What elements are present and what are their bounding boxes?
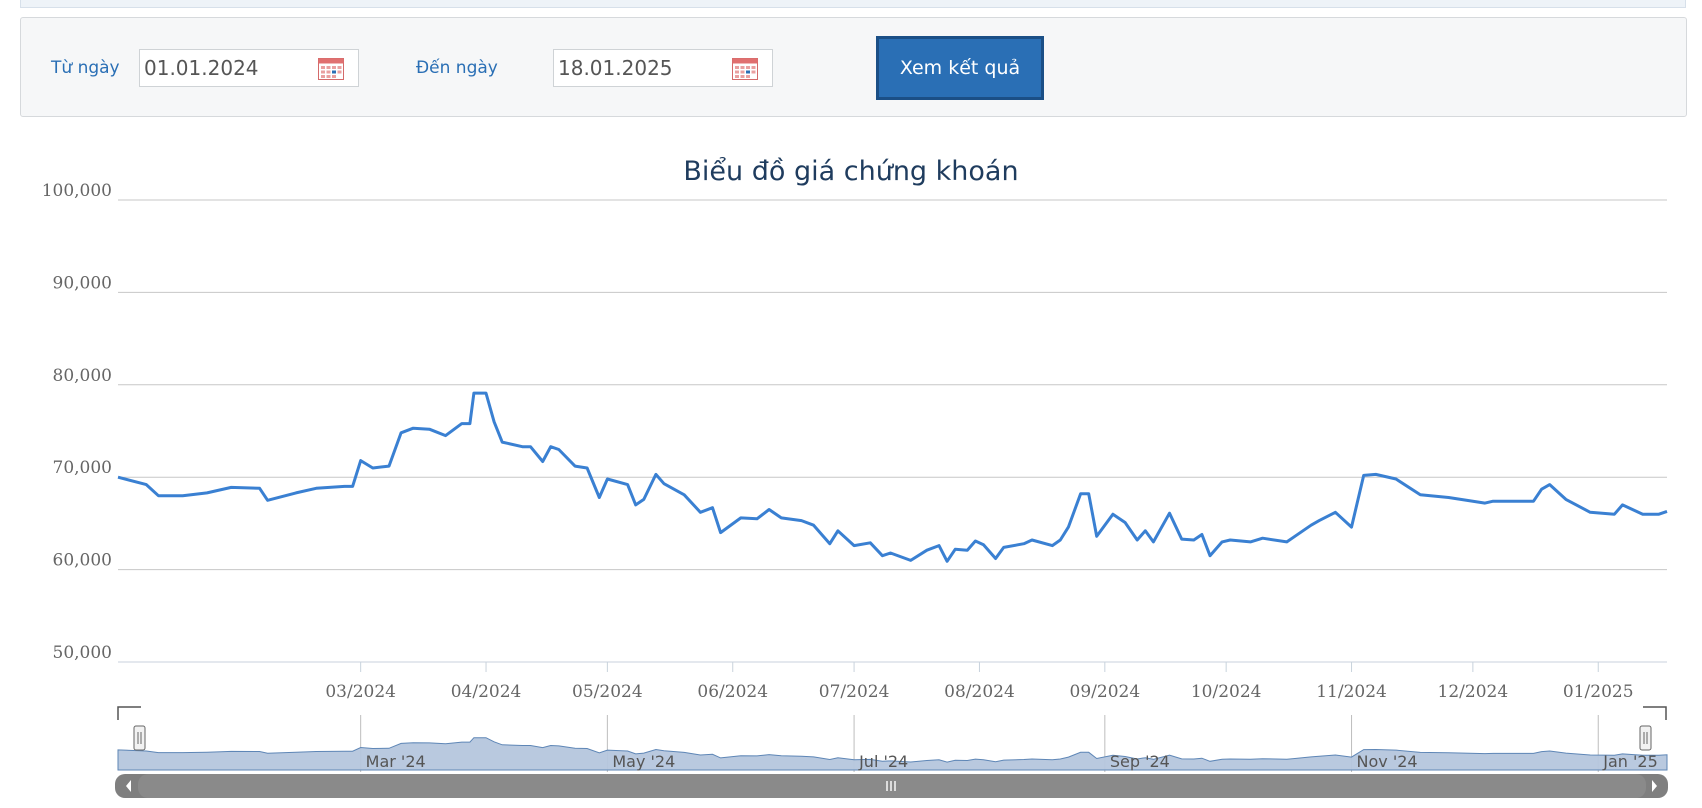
navigator-label: Nov '24 [1357, 752, 1418, 771]
x-tick-label: 09/2024 [1070, 682, 1141, 702]
top-panel-edge [20, 0, 1686, 8]
y-tick-label: 100,000 [42, 181, 112, 201]
navigator-label: Mar '24 [366, 752, 426, 771]
x-tick-label: 07/2024 [819, 682, 890, 702]
y-tick-label: 50,000 [53, 643, 112, 663]
to-date-input[interactable] [558, 54, 728, 82]
y-axis-labels: 100,000 90,000 80,000 70,000 60,000 50,000 [42, 181, 112, 663]
x-tick-label: 03/2024 [325, 682, 396, 702]
y-tick-label: 70,000 [53, 458, 112, 478]
date-filter-bar: Từ ngày Đến ngày Xem kết quả [20, 17, 1687, 117]
to-date-label: Đến ngày [416, 58, 498, 78]
x-tick-label: 04/2024 [451, 682, 522, 702]
y-gridlines [118, 199, 1667, 571]
navigator-label: Jan '25 [1602, 752, 1658, 771]
calendar-icon[interactable] [318, 58, 344, 80]
to-date-field[interactable] [553, 49, 773, 87]
view-results-button[interactable]: Xem kết quả [876, 36, 1044, 100]
from-date-label: Từ ngày [51, 58, 120, 78]
x-tick-label: 01/2025 [1563, 682, 1634, 702]
navigator-label: Jul '24 [858, 752, 908, 771]
navigator-label: May '24 [612, 752, 675, 771]
x-tick-label: 06/2024 [697, 682, 768, 702]
scrollbar[interactable] [115, 774, 1668, 798]
x-tick-label: 05/2024 [572, 682, 643, 702]
navigator-range-outline [117, 706, 1667, 720]
scrollbar-thumb[interactable] [138, 774, 1646, 798]
navigator[interactable]: Mar '24 May '24 Jul '24 Sep '24 Nov '24 Jan '… [117, 706, 1668, 772]
from-date-field[interactable] [139, 49, 359, 87]
y-tick-label: 60,000 [53, 551, 112, 571]
x-axis-ticks: 03/2024 04/2024 05/2024 06/2024 07/2024 08/20… [325, 662, 1634, 702]
x-tick-label: 11/2024 [1316, 682, 1387, 702]
chart-title: Biểu đồ giá chứng khoán [683, 156, 1018, 187]
x-tick-label: 08/2024 [944, 682, 1015, 702]
navigator-label: Sep '24 [1110, 752, 1170, 771]
navigator-left-handle[interactable] [133, 725, 146, 751]
x-tick-label: 12/2024 [1438, 682, 1509, 702]
y-tick-label: 80,000 [53, 366, 112, 386]
calendar-icon[interactable] [732, 58, 758, 80]
price-chart: Biểu đồ giá chứng khoán 100,000 90,000 80,… [42, 156, 1668, 798]
from-date-input[interactable] [144, 54, 314, 82]
navigator-right-handle[interactable] [1639, 725, 1652, 751]
x-tick-label: 10/2024 [1191, 682, 1262, 702]
y-tick-label: 90,000 [53, 273, 112, 293]
